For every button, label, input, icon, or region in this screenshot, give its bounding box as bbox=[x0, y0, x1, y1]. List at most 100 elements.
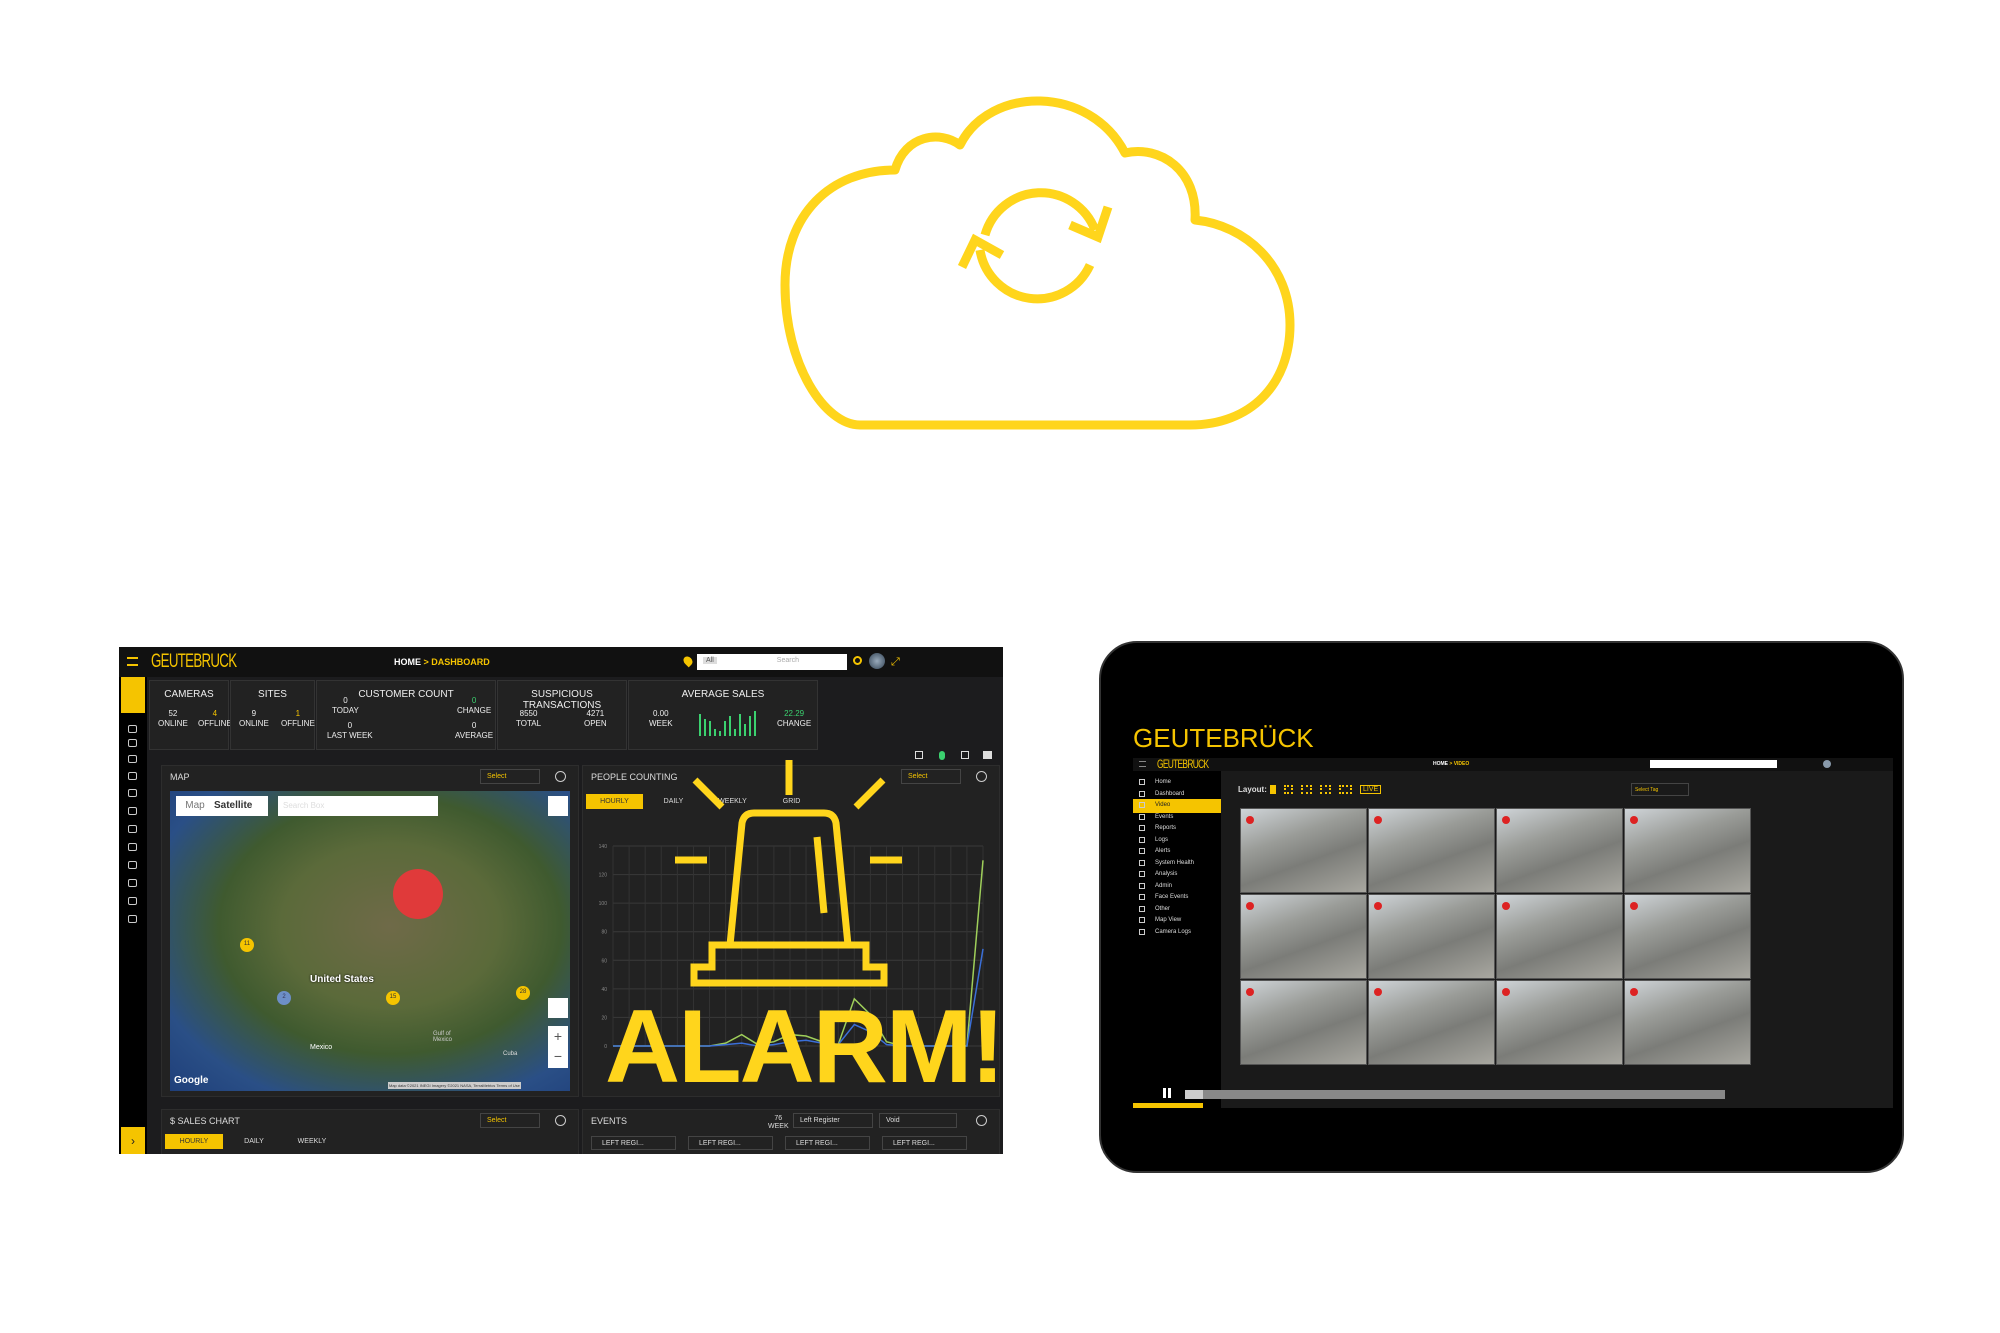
pause-button[interactable] bbox=[1163, 1088, 1171, 1098]
camera-tile[interactable] bbox=[1496, 894, 1623, 979]
avatar[interactable] bbox=[869, 653, 885, 669]
people-counting-select[interactable]: Select bbox=[901, 769, 961, 784]
event-card[interactable]: LEFT REGI... bbox=[591, 1136, 676, 1150]
event-filter-1[interactable]: Left Register bbox=[793, 1113, 873, 1128]
zoom-controls[interactable]: + − bbox=[548, 1026, 568, 1068]
satellite-button[interactable]: Satellite bbox=[214, 796, 252, 816]
map-search-input[interactable]: Search Box bbox=[278, 796, 438, 816]
satellite-map[interactable]: Map Satellite Search Box United States M… bbox=[170, 791, 570, 1091]
camera-tile[interactable] bbox=[1624, 808, 1751, 893]
layout-1x1-icon[interactable] bbox=[1270, 785, 1276, 794]
video-app-screen: GEUTEBRUCK HOME > VIDEO Home Dashboard Vid… bbox=[1133, 758, 1893, 1108]
search-input[interactable] bbox=[1650, 760, 1777, 768]
sidebar-icon[interactable] bbox=[128, 807, 137, 815]
sidebar-item-camera-logs[interactable]: Camera Logs bbox=[1133, 926, 1221, 940]
spark-bar bbox=[709, 721, 711, 736]
pegman-icon[interactable] bbox=[548, 998, 568, 1018]
record-icon bbox=[1502, 902, 1510, 910]
search-icon[interactable] bbox=[853, 656, 862, 665]
layout-3x2-icon[interactable] bbox=[1301, 785, 1312, 794]
breadcrumb-home[interactable]: HOME bbox=[394, 657, 421, 667]
map-cluster[interactable]: 2 bbox=[277, 991, 291, 1005]
zoom-out-button[interactable]: − bbox=[548, 1046, 568, 1066]
camera-tile[interactable] bbox=[1240, 808, 1367, 893]
camera-tile[interactable] bbox=[1240, 980, 1367, 1065]
save-icon[interactable] bbox=[915, 751, 923, 759]
sidebar-icon[interactable] bbox=[128, 755, 137, 763]
tab-hourly[interactable]: HOURLY bbox=[165, 1134, 223, 1149]
average-value: 0 bbox=[471, 721, 477, 730]
tag-select[interactable]: Select Tag bbox=[1631, 783, 1689, 796]
close-icon[interactable] bbox=[976, 771, 987, 782]
sales-sparkline bbox=[699, 711, 769, 736]
sidebar-icon[interactable] bbox=[128, 915, 137, 923]
sidebar-icon[interactable] bbox=[128, 843, 137, 851]
sidebar-icon[interactable] bbox=[128, 772, 137, 780]
sidebar-icon[interactable] bbox=[128, 861, 137, 869]
sidebar-icon[interactable] bbox=[128, 897, 137, 905]
menu-icon[interactable] bbox=[1139, 761, 1146, 767]
sidebar-icon[interactable] bbox=[128, 789, 137, 797]
label: TODAY bbox=[332, 706, 359, 715]
close-icon[interactable] bbox=[555, 1115, 566, 1126]
tab-weekly[interactable]: WEEKLY bbox=[283, 1134, 341, 1149]
map-attribution[interactable]: Map data ©2021 INEGI Imagery ©2021 NASA,… bbox=[388, 1082, 521, 1089]
camera-tile[interactable] bbox=[1496, 808, 1623, 893]
event-card[interactable]: LEFT REGI... bbox=[688, 1136, 773, 1150]
tab-daily[interactable]: DAILY bbox=[225, 1134, 283, 1149]
map-button[interactable]: Map bbox=[176, 796, 214, 816]
timeline-handle[interactable] bbox=[1185, 1090, 1203, 1099]
camera-tile[interactable] bbox=[1240, 894, 1367, 979]
layout-3x3-icon[interactable] bbox=[1320, 785, 1331, 794]
close-icon[interactable] bbox=[976, 1115, 987, 1126]
map-cluster[interactable]: 11 bbox=[240, 938, 254, 952]
kpi-suspicious-transactions[interactable]: SUSPICIOUS TRANSACTIONS 8550 TOTAL 4271 OP… bbox=[497, 680, 627, 750]
kpi-cameras[interactable]: CAMERAS 52 ONLINE 4 OFFLINE bbox=[149, 680, 232, 750]
layout-icon[interactable] bbox=[961, 751, 969, 759]
layout-2x2-icon[interactable] bbox=[1284, 785, 1293, 794]
kpi-customer-count[interactable]: CUSTOMER COUNT 0 TODAY 0 LAST WEEK 0 CHANGE… bbox=[316, 680, 496, 750]
zoom-in-button[interactable]: + bbox=[548, 1026, 568, 1046]
map-select[interactable]: Select bbox=[480, 769, 540, 784]
alert-hotspot[interactable] bbox=[393, 869, 443, 919]
close-icon[interactable] bbox=[555, 771, 566, 782]
live-button[interactable]: LIVE bbox=[1360, 785, 1382, 794]
touch-icon[interactable] bbox=[939, 751, 945, 760]
avatar[interactable] bbox=[1823, 760, 1831, 768]
kpi-average-sales[interactable]: AVERAGE SALES 0.00 WEEK 22.29 CHANGE bbox=[628, 680, 818, 750]
timeline-scrubber[interactable] bbox=[1185, 1090, 1725, 1099]
total-value: 8550 bbox=[519, 709, 538, 718]
search-scope[interactable]: All bbox=[703, 657, 717, 664]
sidebar-icon[interactable] bbox=[128, 879, 137, 887]
camera-tile[interactable] bbox=[1496, 980, 1623, 1065]
sidebar-icon[interactable] bbox=[128, 739, 137, 747]
sidebar-icon[interactable] bbox=[128, 725, 137, 733]
tab-hourly[interactable]: HOURLY bbox=[586, 794, 643, 809]
camera-tile[interactable] bbox=[1368, 894, 1495, 979]
camera-tile[interactable] bbox=[1368, 808, 1495, 893]
event-card[interactable]: LEFT REGI... bbox=[882, 1136, 967, 1150]
fullscreen-icon[interactable] bbox=[548, 796, 568, 816]
camera-tile[interactable] bbox=[1368, 980, 1495, 1065]
search-input[interactable]: All Search bbox=[697, 654, 847, 670]
sidebar-icon[interactable] bbox=[128, 825, 137, 833]
expand-icon[interactable]: ⤢ bbox=[891, 656, 900, 669]
kpi-sites[interactable]: SITES 9 ONLINE 1 OFFLINE bbox=[230, 680, 315, 750]
location-pin-icon[interactable] bbox=[681, 654, 695, 668]
breadcrumb-home[interactable]: HOME bbox=[1433, 761, 1448, 767]
camera-icon[interactable] bbox=[983, 751, 992, 759]
sidebar-item-home[interactable] bbox=[121, 677, 145, 713]
event-filter-2[interactable]: Void bbox=[879, 1113, 957, 1128]
map-type-toggle[interactable]: Map Satellite bbox=[176, 796, 268, 816]
map-cluster[interactable]: 28 bbox=[516, 986, 530, 1000]
nav-label: Events bbox=[1155, 813, 1174, 820]
map-cluster[interactable]: 15 bbox=[386, 991, 400, 1005]
menu-icon[interactable] bbox=[127, 657, 138, 666]
camera-tile[interactable] bbox=[1624, 980, 1751, 1065]
camera-tile[interactable] bbox=[1624, 894, 1751, 979]
event-card[interactable]: LEFT REGI... bbox=[785, 1136, 870, 1150]
map-title: MAP bbox=[170, 772, 190, 782]
sales-chart-select[interactable]: Select bbox=[480, 1113, 540, 1128]
expand-sidebar-button[interactable]: › bbox=[121, 1127, 145, 1154]
layout-4x4-icon[interactable] bbox=[1339, 785, 1352, 794]
